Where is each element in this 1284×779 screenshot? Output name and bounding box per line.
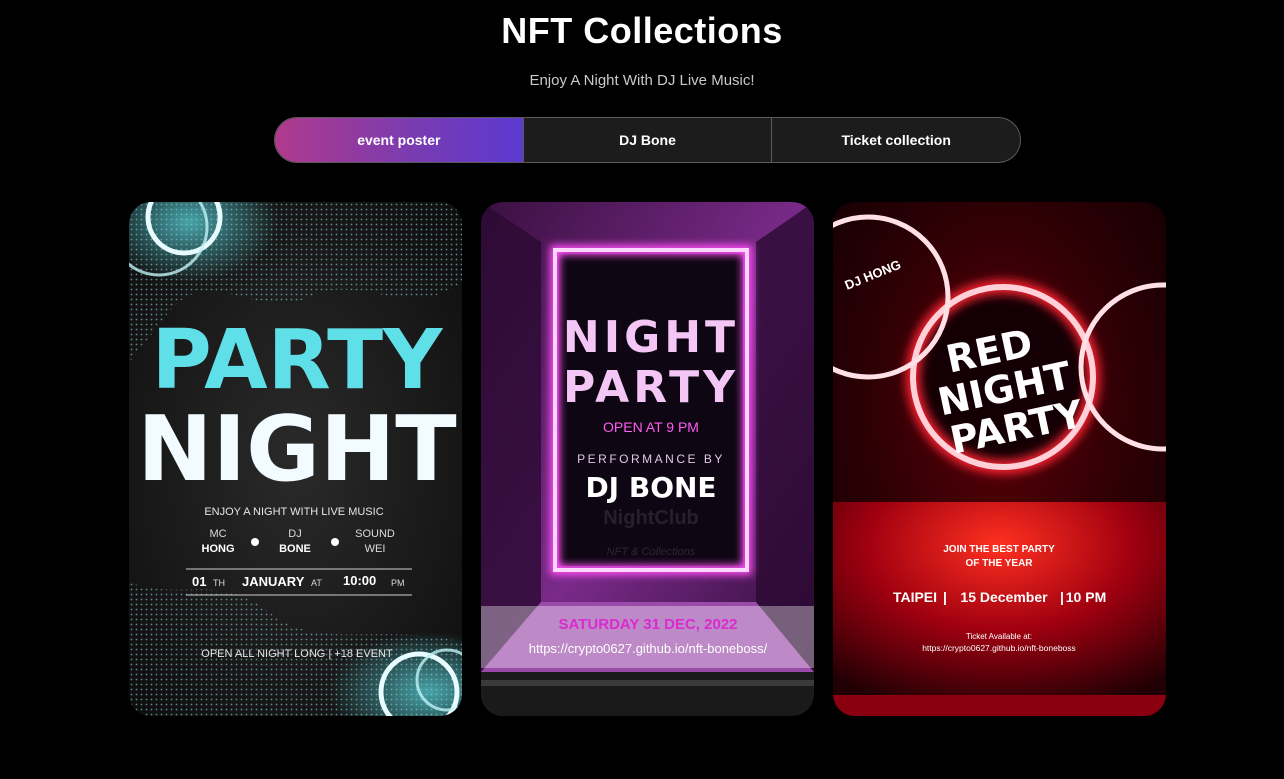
poster1-title-line2: NIGHT	[137, 397, 456, 502]
tab-ticket-collection[interactable]: Ticket collection	[771, 118, 1020, 162]
poster1-role-sound: SOUND	[355, 528, 395, 540]
poster2-date: SATURDAY 31 DEC, 2022	[559, 616, 738, 633]
poster2-performance-by: PERFORMANCE BY	[577, 452, 725, 466]
poster1-footer: OPEN ALL NIGHT LONG | +18 EVENT	[201, 648, 393, 660]
poster1-date-at: AT	[311, 578, 322, 588]
poster2-title-line1: NIGHT	[563, 312, 739, 363]
poster2-watermark-collections: NFT & Collections	[607, 546, 696, 558]
poster1-name-bone: BONE	[279, 543, 311, 555]
poster3-sep-2: |	[1060, 589, 1064, 605]
poster1-date-day: 01	[192, 574, 206, 589]
poster2-title-line2: PARTY	[563, 362, 739, 413]
poster-card-party-night[interactable]: PARTY NIGHT ENJOY A NIGHT WITH LIVE MUSI…	[129, 202, 462, 716]
poster3-join-line1: JOIN THE BEST PARTY	[943, 544, 1055, 555]
poster-party-night-image: PARTY NIGHT ENJOY A NIGHT WITH LIVE MUSI…	[129, 202, 462, 716]
collection-tabs: event poster DJ Bone Ticket collection	[274, 117, 1021, 163]
poster3-date: 15 December	[960, 589, 1048, 605]
poster3-ticket-label: Ticket Available at:	[966, 632, 1032, 641]
poster1-date-suffix: TH	[213, 578, 225, 588]
page-subtitle: Enjoy A Night With DJ Live Music!	[529, 72, 755, 89]
poster3-url: https://crypto0627.github.io/nft-bonebos…	[922, 643, 1076, 653]
poster3-location: TAIPEI	[893, 589, 937, 605]
tab-event-poster[interactable]: event poster	[275, 118, 523, 162]
poster3-join-line2: OF THE YEAR	[965, 558, 1033, 569]
poster-red-night-party-image: DJ HONG RED NIGHT PARTY JOIN THE BEST PA…	[833, 202, 1166, 716]
poster1-tagline: ENJOY A NIGHT WITH LIVE MUSIC	[204, 506, 383, 518]
poster1-role-mc: MC	[209, 528, 226, 540]
poster-card-red-night-party[interactable]: DJ HONG RED NIGHT PARTY JOIN THE BEST PA…	[833, 202, 1166, 716]
poster2-watermark-nightclub: NightClub	[603, 507, 699, 529]
poster2-performer: DJ BONE	[585, 471, 716, 504]
poster1-name-wei: WEI	[365, 543, 386, 555]
poster-night-party-image: NIGHT PARTY OPEN AT 9 PM PERFORMANCE BY …	[481, 202, 814, 716]
poster1-time-suffix: PM	[391, 578, 405, 588]
poster1-time: 10:00	[343, 573, 376, 588]
poster1-name-hong: HONG	[202, 543, 235, 555]
poster3-time: 10 PM	[1066, 589, 1106, 605]
poster2-open-time: OPEN AT 9 PM	[603, 419, 699, 435]
tab-dj-bone[interactable]: DJ Bone	[522, 118, 772, 162]
poster2-url: https://crypto0627.github.io/nft-bonebos…	[529, 641, 768, 656]
page-title: NFT Collections	[501, 10, 783, 51]
poster1-role-dj: DJ	[288, 528, 301, 540]
poster3-sep-1: |	[943, 589, 947, 605]
poster1-title-line1: PARTY	[152, 313, 444, 408]
poster-card-night-party[interactable]: NIGHT PARTY OPEN AT 9 PM PERFORMANCE BY …	[481, 202, 814, 716]
poster1-date-month: JANUARY	[242, 574, 305, 589]
